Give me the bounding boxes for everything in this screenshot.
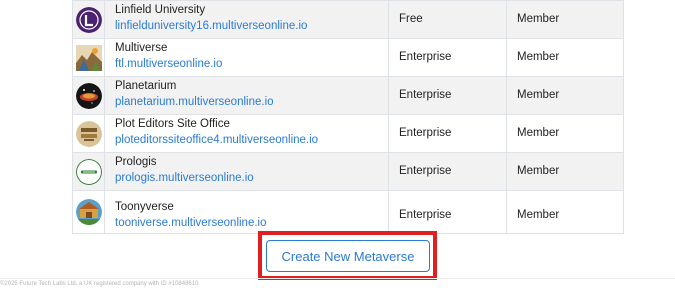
- metaverse-domain-link[interactable]: ftl.multiverseonline.io: [115, 58, 222, 70]
- metaverse-domain-link[interactable]: ploteditorssiteoffice4.multiverseonline.…: [115, 134, 318, 146]
- planetarium-logo-icon: [76, 83, 102, 109]
- metaverse-domain-link[interactable]: prologis.multiverseonline.io: [115, 172, 254, 184]
- table-row[interactable]: Prologis prologis.multiverseonline.io En…: [73, 152, 623, 190]
- metaverse-name: Linfield University: [115, 4, 206, 16]
- role-cell: Member: [507, 39, 623, 76]
- metaverse-table: Linfield University linfielduniversity16…: [72, 0, 624, 234]
- plan-text: Enterprise: [399, 51, 452, 63]
- logo-cell: [73, 1, 105, 38]
- table-row[interactable]: Toonyverse tooniverse.multiverseonline.i…: [73, 190, 623, 233]
- footer: ©2025 Future Tech Labs Ltd, a UK registe…: [0, 278, 675, 292]
- name-cell: Plot Editors Site Office ploteditorssite…: [105, 115, 389, 152]
- multiverse-logo-icon: [76, 45, 102, 71]
- name-cell: Linfield University linfielduniversity16…: [105, 1, 389, 38]
- plan-cell: Free: [389, 1, 507, 38]
- table-row[interactable]: Multiverse ftl.multiverseonline.io Enter…: [73, 38, 623, 76]
- metaverse-domain-link[interactable]: tooniverse.multiverseonline.io: [115, 217, 267, 229]
- metaverse-name: Toonyverse: [115, 201, 174, 213]
- role-text: Member: [517, 165, 560, 177]
- plan-cell: Enterprise: [389, 153, 507, 190]
- create-new-metaverse-button[interactable]: Create New Metaverse: [266, 240, 430, 272]
- linfield-logo-icon: [76, 7, 102, 33]
- logo-cell: [73, 77, 105, 114]
- role-text: Member: [517, 13, 560, 25]
- plan-text: Free: [399, 13, 423, 25]
- table-row[interactable]: Planetarium planetarium.multiverseonline…: [73, 76, 623, 114]
- metaverse-name: Planetarium: [115, 80, 177, 92]
- plot-editors-logo-icon: [76, 121, 102, 147]
- role-cell: Member: [507, 153, 623, 190]
- plan-cell: Enterprise: [389, 77, 507, 114]
- plan-text: Enterprise: [399, 127, 452, 139]
- name-cell: Toonyverse tooniverse.multiverseonline.i…: [105, 191, 389, 233]
- role-text: Member: [517, 127, 560, 139]
- plan-text: Enterprise: [399, 165, 452, 177]
- toonyverse-logo-icon: [76, 199, 102, 225]
- role-text: Member: [517, 51, 560, 63]
- role-text: Member: [517, 209, 560, 221]
- metaverse-name: Plot Editors Site Office: [115, 118, 230, 130]
- name-cell: Multiverse ftl.multiverseonline.io: [105, 39, 389, 76]
- table-row[interactable]: Plot Editors Site Office ploteditorssite…: [73, 114, 623, 152]
- footer-copyright: ©2025 Future Tech Labs Ltd, a UK registe…: [0, 281, 199, 287]
- role-text: Member: [517, 89, 560, 101]
- plan-cell: Enterprise: [389, 115, 507, 152]
- plan-text: Enterprise: [399, 89, 452, 101]
- prologis-logo-icon: [76, 159, 102, 185]
- role-cell: Member: [507, 115, 623, 152]
- role-cell: Member: [507, 191, 623, 233]
- metaverse-domain-link[interactable]: planetarium.multiverseonline.io: [115, 96, 274, 108]
- logo-cell: [73, 191, 105, 233]
- name-cell: Planetarium planetarium.multiverseonline…: [105, 77, 389, 114]
- role-cell: Member: [507, 1, 623, 38]
- metaverse-name: Prologis: [115, 156, 157, 168]
- logo-cell: [73, 39, 105, 76]
- logo-cell: [73, 153, 105, 190]
- metaverse-domain-link[interactable]: linfielduniversity16.multiverseonline.io: [115, 20, 307, 32]
- name-cell: Prologis prologis.multiverseonline.io: [105, 153, 389, 190]
- metaverse-name: Multiverse: [115, 42, 168, 54]
- plan-text: Enterprise: [399, 209, 452, 221]
- table-row[interactable]: Linfield University linfielduniversity16…: [73, 0, 623, 38]
- logo-cell: [73, 115, 105, 152]
- plan-cell: Enterprise: [389, 39, 507, 76]
- plan-cell: Enterprise: [389, 191, 507, 233]
- role-cell: Member: [507, 77, 623, 114]
